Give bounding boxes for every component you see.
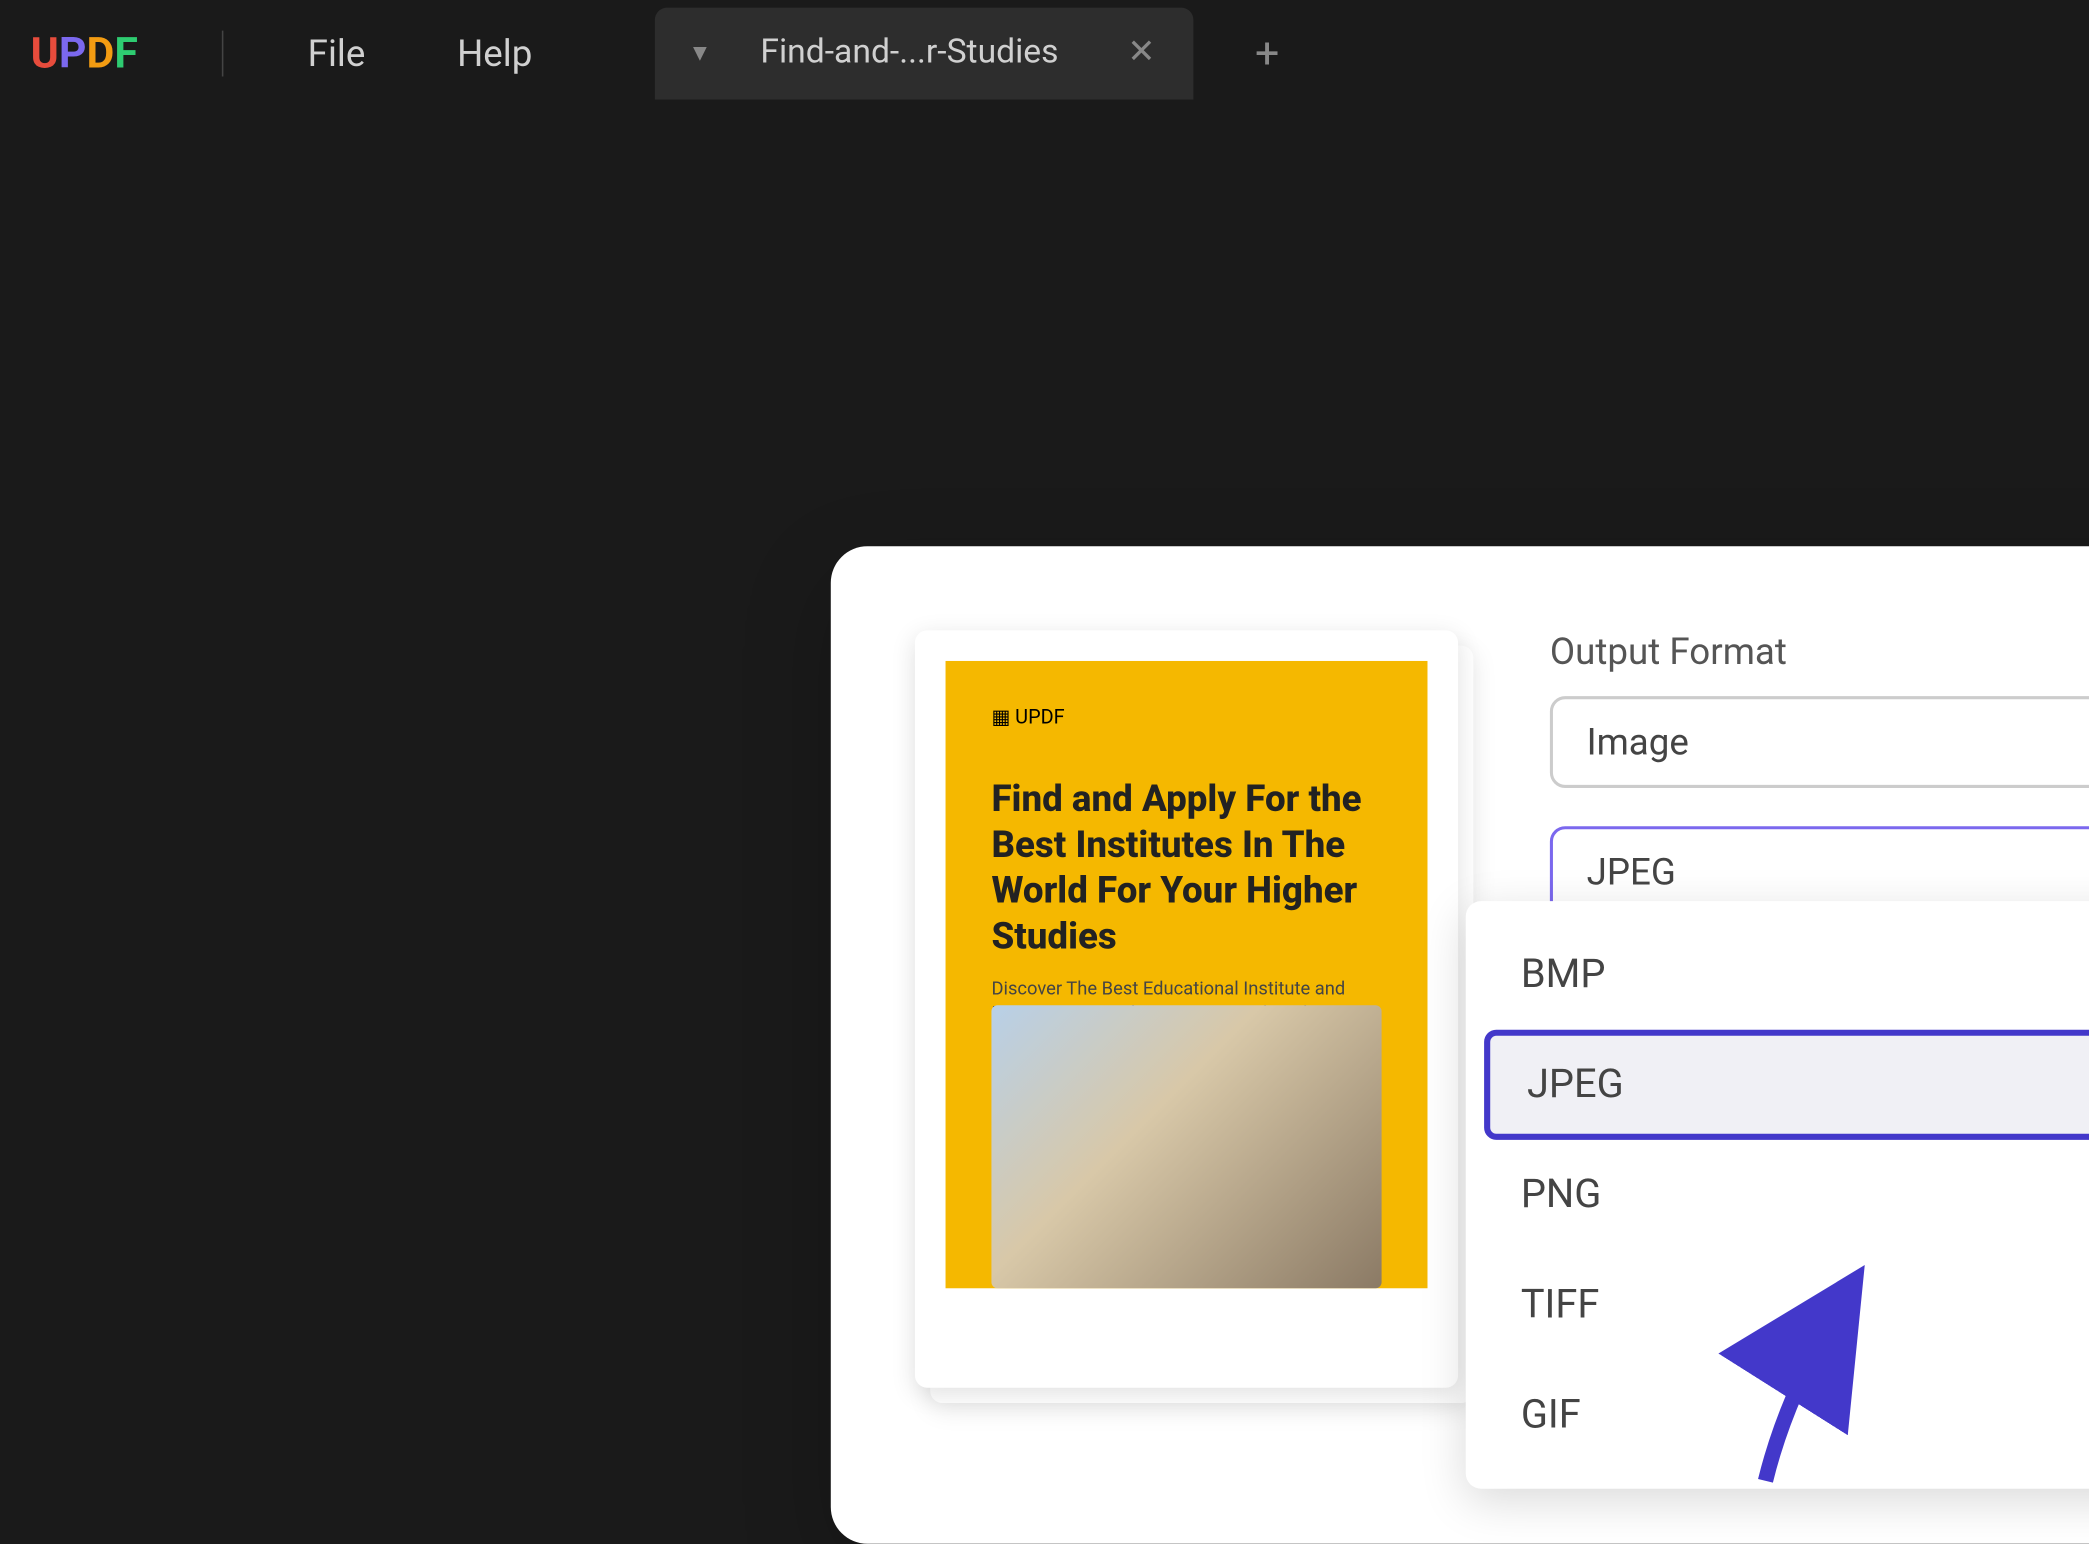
document-tab[interactable]: ▾ Find-and-...r-Studies ✕ — [655, 7, 1194, 99]
menu-file[interactable]: File — [308, 31, 366, 74]
export-modal: ▦ UPDF Find and Apply For the Best Insti… — [831, 546, 2089, 1544]
format-select[interactable]: Image▼ — [1550, 696, 2089, 788]
tab-title: Find-and-...r-Studies — [760, 34, 1058, 72]
tab-dropdown-icon[interactable]: ▾ — [693, 37, 707, 69]
app-logo: UPDF — [31, 28, 138, 78]
menu-help[interactable]: Help — [457, 31, 532, 74]
dropdown-option-png[interactable]: PNG — [1484, 1140, 2089, 1250]
output-format-label: Output Format — [1550, 630, 2089, 673]
new-tab-button[interactable]: + — [1255, 28, 1279, 78]
dropdown-option-bmp[interactable]: BMP — [1484, 920, 2089, 1030]
tab-close-icon[interactable]: ✕ — [1127, 34, 1155, 72]
dropdown-option-jpeg[interactable]: JPEG — [1484, 1030, 2089, 1140]
titlebar: UPDF File Help ▾ Find-and-...r-Studies ✕… — [0, 0, 2089, 106]
export-preview: ▦ UPDF Find and Apply For the Best Insti… — [915, 630, 1458, 1387]
